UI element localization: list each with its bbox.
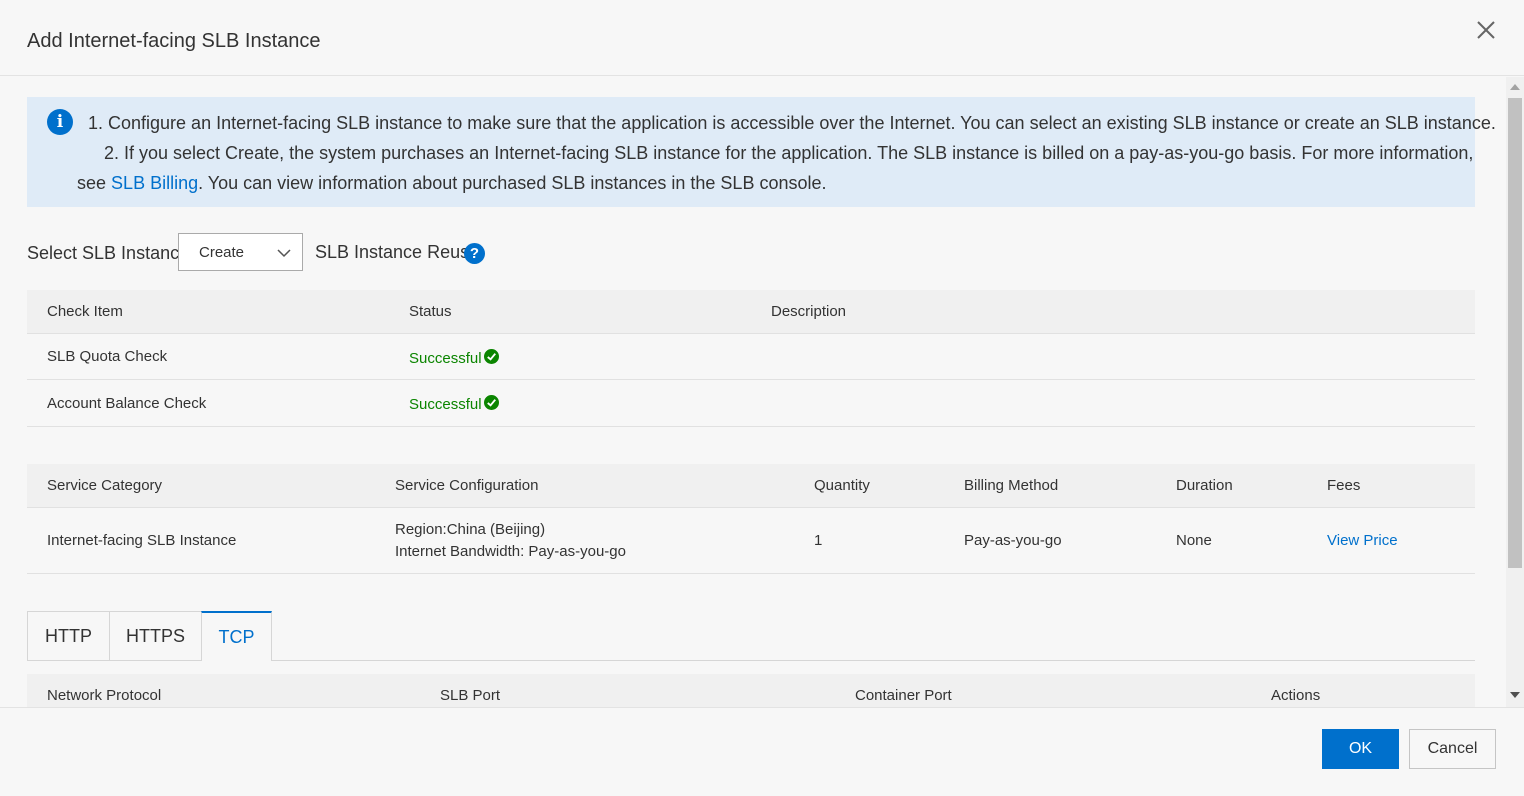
column-header-quantity: Quantity [814, 477, 870, 494]
table-row: Account Balance Check Successful [27, 380, 1475, 427]
info-notice: i 1. Configure an Internet-facing SLB in… [27, 97, 1496, 207]
slb-instance-select-value: Create [199, 244, 245, 261]
check-item-cell: SLB Quota Check [47, 348, 168, 365]
column-header-service-category: Service Category [47, 477, 163, 494]
notice-line-2: 2. If you select Create, the system purc… [104, 143, 1474, 163]
status-cell: Successful [409, 395, 499, 413]
protocol-tabs: HTTP HTTPS TCP [27, 611, 1475, 661]
cancel-button[interactable]: Cancel [1409, 729, 1496, 769]
tab-https[interactable]: HTTPS [109, 611, 202, 660]
dialog-footer: OK Cancel [0, 707, 1524, 796]
column-header-duration: Duration [1176, 477, 1233, 494]
info-icon: i [47, 109, 73, 135]
close-icon[interactable] [1474, 18, 1498, 42]
quantity-cell: 1 [814, 532, 823, 549]
dialog-body: i 1. Configure an Internet-facing SLB in… [0, 77, 1506, 707]
tab-tcp[interactable]: TCP [201, 611, 272, 661]
column-header-status: Status [409, 303, 452, 320]
scrollbar-thumb[interactable] [1508, 98, 1522, 568]
service-config-line-1: Region:China (Beijing) [395, 521, 546, 538]
slb-instance-select[interactable]: Create [178, 233, 303, 271]
service-table-header: Service Category Service Configuration Q… [27, 464, 1475, 508]
chevron-down-icon [277, 249, 291, 258]
dialog-header: Add Internet-facing SLB Instance [0, 0, 1524, 76]
check-table-header: Check Item Status Description [27, 290, 1475, 334]
column-header-billing-method: Billing Method [964, 477, 1059, 494]
notice-line-3: see SLB Billing. You can view informatio… [77, 173, 827, 194]
select-slb-label: Select SLB Instance: [27, 243, 195, 263]
service-config-line-2: Internet Bandwidth: Pay-as-you-go [395, 543, 626, 560]
column-header-fees: Fees [1327, 477, 1361, 494]
slb-instance-reuse-label: SLB Instance Reuse [315, 242, 480, 262]
column-header-container-port: Container Port [855, 687, 952, 704]
duration-cell: None [1176, 532, 1212, 549]
notice-line-3-suffix: . You can view information about purchas… [198, 173, 827, 193]
service-category-cell: Internet-facing SLB Instance [47, 532, 237, 549]
port-table: Network Protocol SLB Port Container Port… [27, 674, 1475, 707]
notice-line-3-prefix: see [77, 173, 107, 193]
status-text: Successful [409, 350, 482, 367]
select-slb-row: Select SLB Instance: Create SLB Instance… [27, 233, 727, 273]
status-cell: Successful [409, 349, 499, 367]
billing-method-cell: Pay-as-you-go [964, 532, 1062, 549]
notice-line-1: 1. Configure an Internet-facing SLB inst… [88, 113, 1496, 133]
check-circle-icon [483, 349, 499, 364]
column-header-service-configuration: Service Configuration [395, 477, 539, 494]
column-header-slb-port: SLB Port [440, 687, 501, 704]
scroll-down-icon[interactable] [1510, 692, 1520, 698]
column-header-network-protocol: Network Protocol [47, 687, 162, 704]
view-price-link[interactable]: View Price [1327, 532, 1398, 549]
check-table: Check Item Status Description SLB Quota … [27, 290, 1475, 427]
table-row: SLB Quota Check Successful [27, 334, 1475, 380]
slb-billing-link[interactable]: SLB Billing [111, 173, 198, 193]
port-table-header: Network Protocol SLB Port Container Port… [27, 674, 1475, 707]
service-table: Service Category Service Configuration Q… [27, 464, 1475, 574]
check-item-cell: Account Balance Check [47, 395, 207, 412]
column-header-check-item: Check Item [47, 303, 123, 320]
check-circle-icon [483, 395, 499, 410]
add-slb-dialog: Add Internet-facing SLB Instance i 1. Co… [0, 0, 1524, 796]
table-row: Internet-facing SLB Instance Region:Chin… [27, 508, 1475, 574]
column-header-actions: Actions [1271, 687, 1321, 704]
column-header-description: Description [771, 303, 847, 320]
ok-button[interactable]: OK [1322, 729, 1399, 769]
status-text: Successful [409, 396, 482, 413]
help-icon[interactable]: ? [464, 243, 485, 264]
dialog-title: Add Internet-facing SLB Instance [27, 30, 321, 52]
scroll-up-icon[interactable] [1510, 84, 1520, 90]
tab-http[interactable]: HTTP [27, 611, 110, 660]
